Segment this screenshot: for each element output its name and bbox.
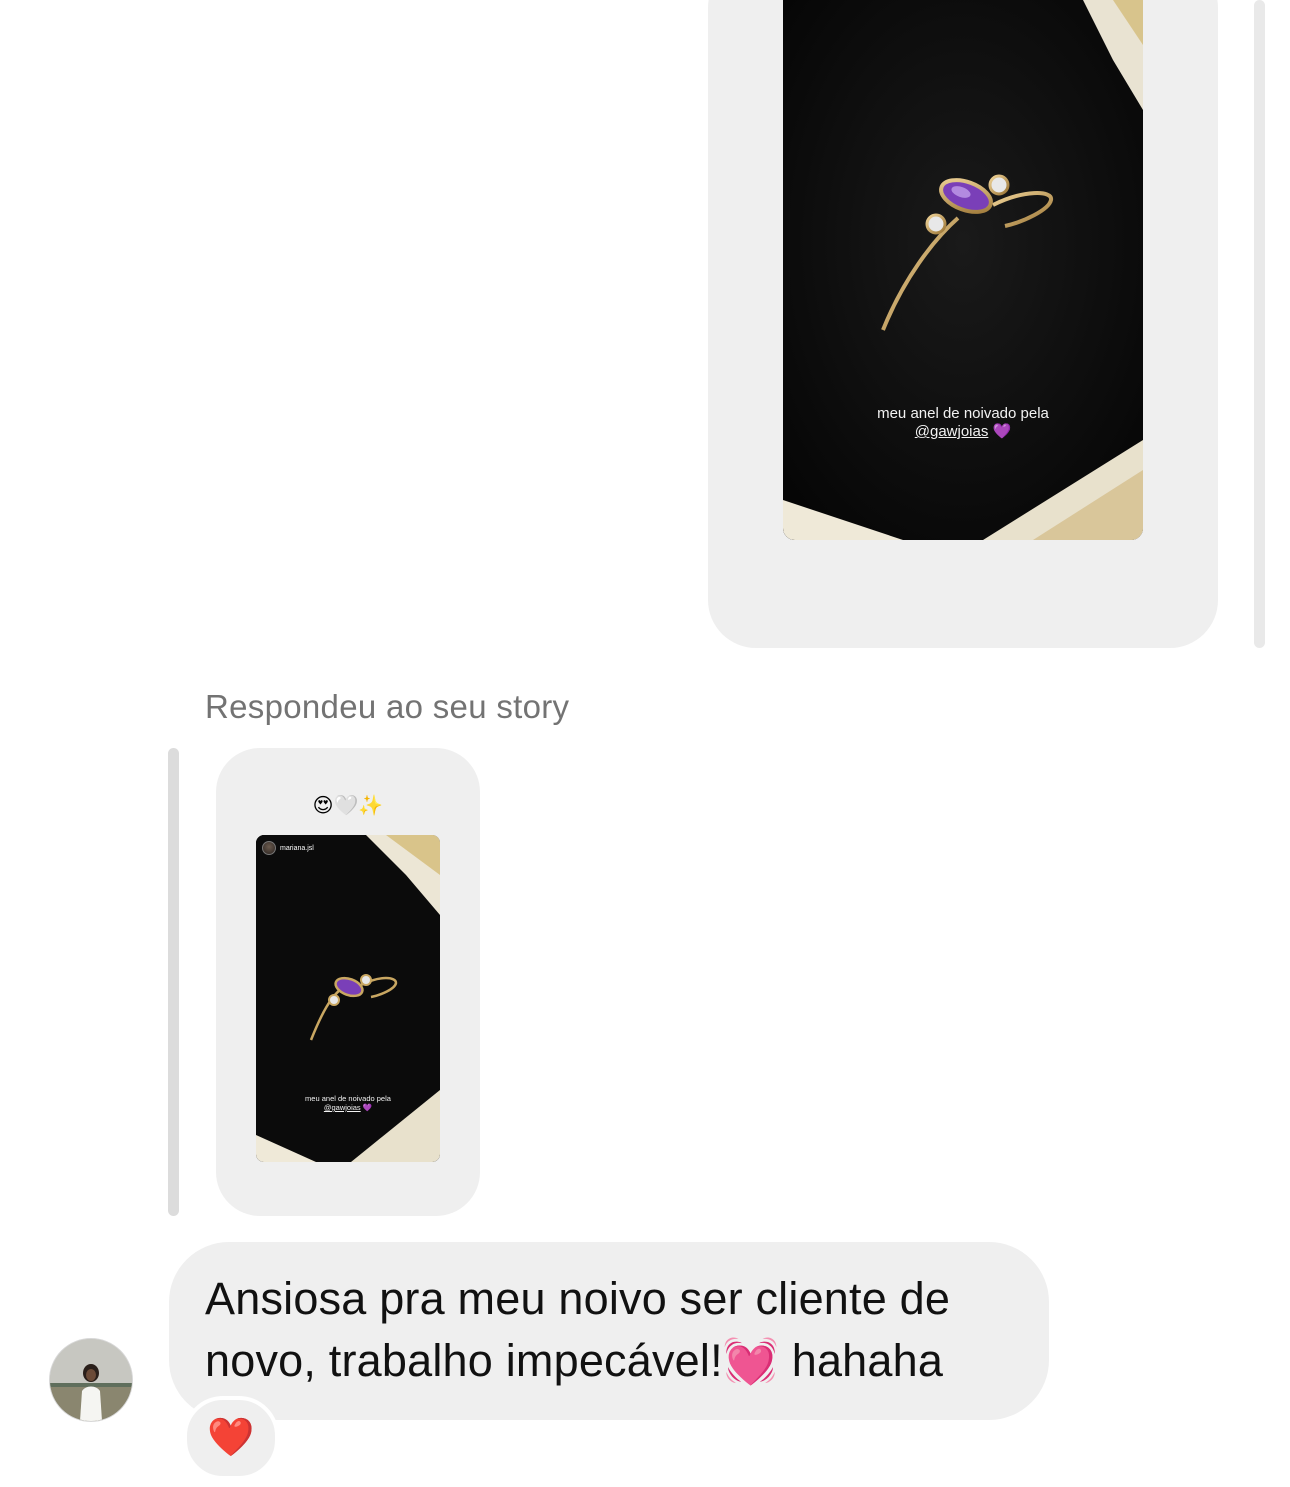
story-author-avatar xyxy=(262,841,276,855)
purple-heart-icon: 💜 xyxy=(992,423,1012,440)
caption-handle[interactable]: @gawjoias xyxy=(915,423,989,440)
heart-reaction-icon[interactable]: ❤️ xyxy=(183,1396,279,1480)
story-header: mariana.jsl xyxy=(262,841,314,855)
reply-label: Respondeu ao seu story xyxy=(205,688,570,725)
caption-text: meu anel de noivado pela xyxy=(305,1094,391,1103)
scrollbar[interactable] xyxy=(1254,0,1265,648)
story-image[interactable]: meu anel de noivado pela @gawjoias 💜 xyxy=(783,0,1143,540)
story-emoji-text: 😍🤍✨ xyxy=(312,795,384,817)
avatar-photo xyxy=(50,1339,132,1421)
caption-handle: @gawjoias xyxy=(323,1103,361,1112)
replied-story-image[interactable]: mariana.jsl meu anel de noivado pela @ga… xyxy=(256,835,440,1162)
chat-thread: meu anel de noivado pela @gawjoias 💜 Res… xyxy=(0,0,1290,1487)
caption-text: meu anel de noivado pela xyxy=(877,405,1049,422)
ring-photo xyxy=(783,0,1143,540)
story-caption-mini: meu anel de noivado pela @gawjoias 💜 xyxy=(256,1094,440,1112)
message-text: Ansiosa pra meu noivo ser cliente de nov… xyxy=(205,1273,951,1386)
purple-heart-icon: 💜 xyxy=(362,1103,373,1112)
ring-photo-mini xyxy=(256,835,440,1162)
reply-indicator-bar xyxy=(168,748,179,1216)
story-author-username: mariana.jsl xyxy=(280,844,314,852)
story-caption: meu anel de noivado pela @gawjoias 💜 xyxy=(783,405,1143,441)
user-avatar[interactable] xyxy=(49,1338,133,1422)
